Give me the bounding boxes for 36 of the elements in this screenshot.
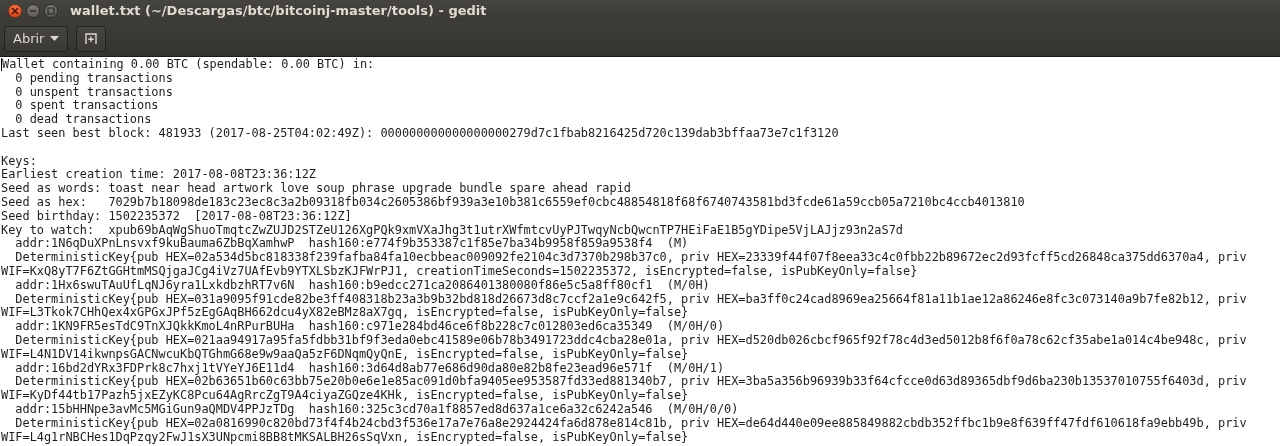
text-line: DeterministicKey{pub HEX=02b63651b60c63bb75e20b0e6e1e85ac091d0bfa9405ee953587fd33ed881340b7, priv HEX=3ba5a356b96939b33f64cfcce0d63d89365dbf9d6ba230b13537010755f6403d, priv	[14, 375, 1247, 389]
text-line: addr:1N6qDuXPnLnsvxf9kuBauma6ZbBqXamhwP hash160:e774f9b353387c1f85e7ba34b9958f859a9538f4 (M)	[15, 237, 689, 251]
window-title: wallet.txt (~/Descargas/btc/bitcoinj-master/tools) - gedit	[70, 2, 487, 21]
text-line: Seed as hex: 7029b7b18098de183c23ec8c3a2b09318fb034c2605386bf939a3e10b381c6559ef0cbc48854818f68f6740743581bd3fcde61a59ccb05a7210bc4ccb4013810	[1, 195, 1025, 210]
text-cursor	[1, 58, 2, 71]
text-line: 0 pending transactions	[14, 71, 173, 86]
text-line: Wallet containing 0.00 BTC (spendable: 0.00 BTC) in:	[2, 58, 375, 72]
text-line: 0 spent transactions	[14, 99, 159, 113]
text-line: WIF=KxQ8yT7F6ZtGGHtmMSQjgaJCg4iVz7UAfEvb9YTXLSbzKJFWrPJ1, creationTimeSeconds=1502235372, isEncrypted=false, isPubKeyOnly=false}	[1, 264, 918, 279]
new-tab-button[interactable]	[76, 26, 107, 52]
text-line: DeterministicKey{pub HEX=021aa94917a95fa5fdbb31bf9f3eda0ebc41589e06b78b3491723ddc4cba28e01a, priv HEX=d520db026cbcf965f92f78c4d3ed5012b8f6f0a78c62cf35abe1a014c4be948c, priv	[14, 333, 1247, 348]
text-line: 0 dead transactions	[14, 113, 152, 127]
text-line: WIF=L4g1rNBCHes1DqPzqy2FwJ1sX3UNpcmi8BB8tMKSALBH26sSqVxn, isEncrypted=false, isPubKeyOnly=false}	[1, 430, 689, 445]
caret-icon	[50, 36, 60, 42]
minimize-icon[interactable]	[26, 4, 40, 18]
text-line: Key to watch: xpub69bAqWgShuoTmqtcZwZUJD2STZeU126XgPQk9xmVXaJhg3t1utrXWfmtcvUyPJTwqyNcbQwcnTP7HEiFaE1B5gYDipe5VjLAJjz93n2aS7d	[1, 223, 903, 238]
text-line: Seed birthday: 1502235372 [2017-08-08T23:36:12Z]	[1, 209, 352, 224]
text-line: WIF=L4N1DV14ikwnpsGACNwcuKbQTGhmG68e9w9aaQa5zF6DNqmQyQnE, isEncrypted=false, isPubKeyOnly=false}	[1, 347, 689, 362]
text-line: 0 unspent transactions	[14, 85, 173, 99]
maximize-icon[interactable]	[44, 4, 58, 18]
close-icon[interactable]	[8, 4, 22, 18]
text-line: DeterministicKey{pub HEX=02a534d5bc818338f239fafba84fa10ecbbeac009092fe2104c3d7370b298b37c0, priv HEX=23339f44f07f8eea33c4c0fbb22b89672ec2d93fcff5cd26848ca375dd6370a4, priv	[14, 251, 1247, 265]
new-tab-icon	[85, 33, 98, 45]
text-line: addr:1Hx6swuTAuUfLqNJ6yra1LxkdbzhRT7v6N hash160:b9edcc271ca2086401380080f86e5c5a8ff80cf1 (M/0H)	[15, 278, 710, 293]
text-line: DeterministicKey{pub HEX=02a0816990c820bd73f4f4b24cbd3f536e17a7e76a8e2924424fa6d878e814c81b, priv HEX=de64d440e09ee885849882cbdb352ffbc1b9e8f639ff47fdf610618fa9ebb49b, priv	[14, 416, 1247, 431]
text-line: addr:16bd2dYRx3FDPrk8c7hxj1tVYeYJ6E11d4 hash160:3d64d8ab77e686d90da80e82b8fe23ead96e571f (M/0H/1)	[15, 361, 725, 376]
text-line: DeterministicKey{pub HEX=031a9095f91cde82be3ff408318b23a3b9b32bd818d26673d8c7ccf2a1e9c642f5, priv HEX=ba3ff0c24cad8969ea25664f81a11b1ae12a86246e8fc3c073140a9b7fe82b12, priv	[15, 292, 1247, 307]
text-line: WIF=KyDf44tb17Pazh5jxEZyKC8Pcu64AgRrcZgT9A4ciyaZGQze4KHk, isEncrypted=false, isPubKeyOnly=false}	[1, 389, 689, 403]
open-button[interactable]: Abrir	[4, 26, 69, 52]
text-line: Keys:	[1, 154, 37, 169]
text-line: addr:15bHHNpe3avMc5MGiGun9aQMDV4PPJzTDg hash160:325c3cd70a1f8857ed8d637a1ce6a32c6242a546 (M/0H/0/0)	[15, 402, 739, 417]
text-line: Last seen best block: 481933 (2017-08-25T04:02:49Z): 000000000000000000279d7c1fbab8216425d720c139dab3bffaa73e7c1f3120	[1, 127, 839, 141]
text-line: addr:1KN9FR5esTdC9TnXJQkkKmoL4nRPurBUHa hash160:c971e284bd46ce6f8b228c7c012803ed6ca35349 (M/0H/0)	[14, 320, 725, 334]
text-line: Earliest creation time: 2017-08-08T23:36:12Z	[1, 168, 316, 182]
text-line: WIF=L3Tkok7CHhQex4xGPGxJPf5zEgGAqBH662dcu4yX82eBMz8aX7gq, isEncrypted=false, isPubKeyOnly=false}	[1, 306, 689, 320]
text-line: Seed as words: toast near head artwork love soup phrase upgrade bundle spare ahead rapid	[1, 182, 631, 196]
